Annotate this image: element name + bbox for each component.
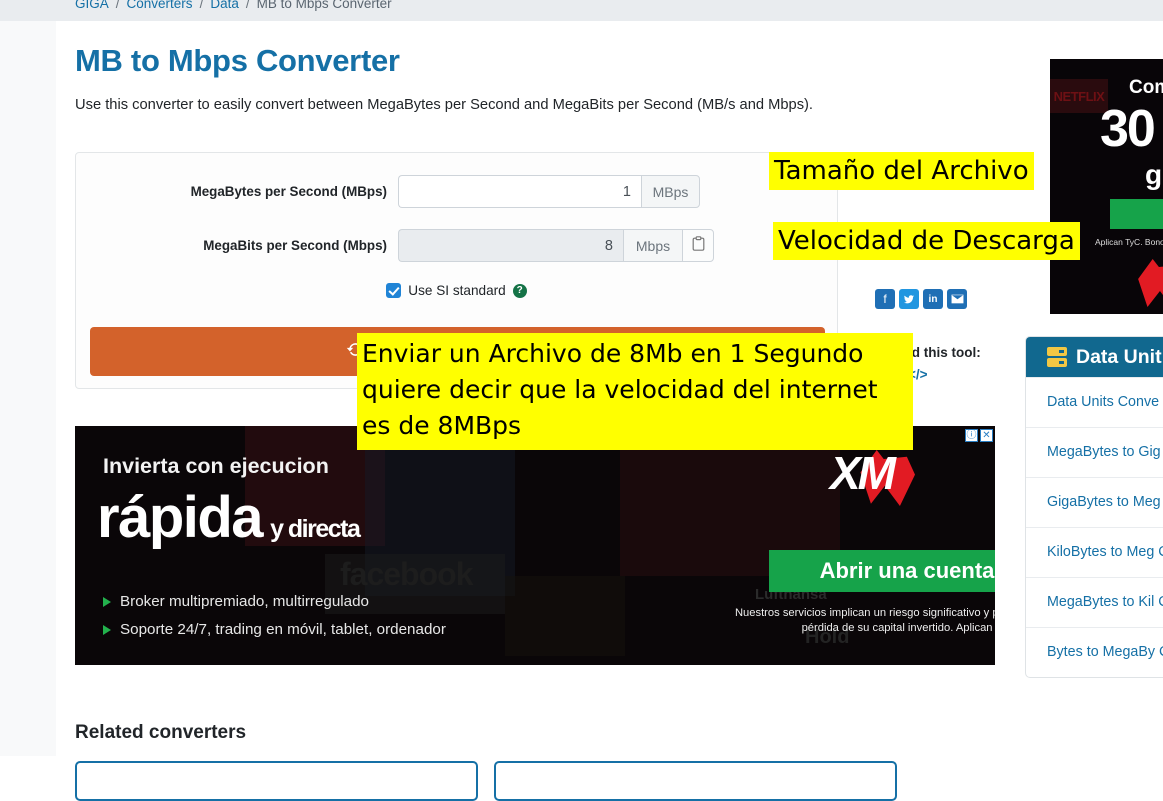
output-row: MegaBits per Second (Mbps) Mbps bbox=[76, 229, 837, 262]
breadcrumb-band: GIGA / Converters / Data / MB to Mbps Converte… bbox=[0, 0, 1163, 21]
ad-badges: ⓘ ✕ bbox=[965, 429, 993, 442]
annotation-explanation: Enviar un Archivo de 8Mb en 1 Segundo qu… bbox=[357, 333, 913, 450]
ad-background-block bbox=[505, 576, 625, 656]
breadcrumb-separator: / bbox=[199, 0, 204, 11]
output-group: Mbps bbox=[398, 229, 714, 262]
ad-brand-logo: XM bbox=[830, 447, 896, 499]
sidebar-item-bytes-to-megabytes[interactable]: Bytes to MegaBy Converter bbox=[1026, 627, 1163, 677]
sidebar-item-gigabytes-to-megabytes[interactable]: GigaBytes to Meg Converter bbox=[1026, 477, 1163, 527]
breadcrumb-separator: / bbox=[115, 0, 120, 11]
ad-headline-2-small: y directa bbox=[270, 515, 361, 543]
data-unit-panel-header: Data Unit bbox=[1026, 337, 1163, 377]
breadcrumb-item-data[interactable]: Data bbox=[210, 0, 239, 11]
sidebar-advertisement[interactable]: NETFLIX Comie 30 gr Abrir u Aplican TyC.… bbox=[1050, 59, 1163, 314]
output-unit-label: Mbps bbox=[623, 229, 682, 262]
ad-bullet-text: Soporte 24/7, trading en móvil, tablet, … bbox=[120, 621, 446, 638]
copy-result-button[interactable] bbox=[682, 229, 714, 262]
input-field-label: MegaBytes per Second (MBps) bbox=[190, 184, 387, 199]
breadcrumb: GIGA / Converters / Data / MB to Mbps Converte… bbox=[75, 0, 392, 14]
related-converter-card[interactable] bbox=[75, 761, 478, 801]
banner-advertisement[interactable]: facebook Lufthansa Hold Invierta con eje… bbox=[75, 426, 995, 665]
help-icon[interactable]: ? bbox=[512, 283, 527, 298]
breadcrumb-item-converters[interactable]: Converters bbox=[127, 0, 193, 11]
sidebar-item-kilobytes-to-megabytes[interactable]: KiloBytes to Meg Converter bbox=[1026, 527, 1163, 577]
breadcrumb-separator: / bbox=[245, 0, 250, 11]
input-row: MegaBytes per Second (MBps) MBps bbox=[76, 175, 837, 208]
social-links: f in bbox=[875, 289, 1025, 309]
si-standard-checkbox[interactable] bbox=[386, 283, 402, 298]
ad-headline-1: Invierta con ejecucion bbox=[103, 454, 329, 478]
input-unit-label: MBps bbox=[641, 175, 700, 208]
triangle-bullet-icon bbox=[103, 597, 111, 607]
data-unit-panel-title: Data Unit bbox=[1076, 345, 1162, 368]
server-icon bbox=[1047, 347, 1067, 367]
clipboard-icon bbox=[692, 235, 705, 256]
triangle-bullet-icon bbox=[103, 625, 111, 635]
annotation-file-size: Tamaño del Archivo bbox=[769, 152, 1034, 190]
main-content: MB to Mbps Converter Use this converter … bbox=[75, 21, 1000, 113]
breadcrumb-item-current: MB to Mbps Converter bbox=[256, 0, 392, 11]
si-standard-row: Use SI standard ? bbox=[76, 283, 837, 298]
side-ad-subtext: gr bbox=[1145, 159, 1163, 190]
sidebar-item-megabytes-to-gigabytes[interactable]: MegaBytes to Gig Converter bbox=[1026, 427, 1163, 477]
si-standard-label: Use SI standard bbox=[408, 283, 506, 298]
related-converters-title: Related converters bbox=[75, 722, 247, 743]
ad-disclaimer: Nuestros servicios implican un riesgo si… bbox=[734, 607, 995, 634]
megabits-output[interactable] bbox=[398, 229, 623, 262]
ad-bullet-item: Soporte 24/7, trading en móvil, tablet, … bbox=[103, 616, 446, 644]
ad-close-icon[interactable]: ✕ bbox=[980, 429, 993, 442]
email-icon[interactable] bbox=[947, 289, 967, 309]
output-field-label: MegaBits per Second (Mbps) bbox=[203, 238, 387, 253]
linkedin-icon[interactable]: in bbox=[923, 289, 943, 309]
sidebar-item-megabytes-to-kilobytes[interactable]: MegaBytes to Kil Converter bbox=[1026, 577, 1163, 627]
side-ad-big-number: 30 bbox=[1100, 100, 1156, 158]
ad-cta-button[interactable]: Abrir una cuenta bbox=[769, 550, 995, 592]
side-ad-headline: Comie bbox=[1129, 77, 1163, 98]
ad-bullet-list: Broker multipremiado, multirregulado Sop… bbox=[103, 588, 446, 644]
input-group: MBps bbox=[398, 175, 700, 208]
left-rail bbox=[0, 21, 56, 756]
ad-headline-2-main: rápida bbox=[97, 485, 264, 550]
related-converter-card[interactable] bbox=[494, 761, 897, 801]
annotation-download-speed: Velocidad de Descarga bbox=[773, 222, 1080, 260]
side-ad-disclaimer: Aplican TyC. Bono n… la UE bbox=[1095, 237, 1163, 247]
side-ad-cta-button[interactable]: Abrir u bbox=[1110, 199, 1163, 229]
page-subtitle: Use this converter to easily convert bet… bbox=[75, 97, 814, 113]
breadcrumb-item-giga[interactable]: GIGA bbox=[75, 0, 109, 11]
ad-info-icon[interactable]: ⓘ bbox=[965, 429, 978, 442]
sidebar-item-data-units-converter[interactable]: Data Units Conve bbox=[1026, 377, 1163, 427]
ad-bullet-item: Broker multipremiado, multirregulado bbox=[103, 588, 446, 616]
page-title: MB to Mbps Converter bbox=[75, 43, 400, 78]
data-unit-panel: Data Unit Data Units Conve MegaBytes to … bbox=[1025, 336, 1163, 678]
ad-bullet-text: Broker multipremiado, multirregulado bbox=[120, 593, 370, 610]
facebook-icon[interactable]: f bbox=[875, 289, 895, 309]
bull-logo-icon bbox=[1138, 259, 1163, 309]
twitter-icon[interactable] bbox=[899, 289, 919, 309]
megabytes-input[interactable] bbox=[398, 175, 641, 208]
ad-headline-2: rápida y directa bbox=[97, 484, 361, 551]
